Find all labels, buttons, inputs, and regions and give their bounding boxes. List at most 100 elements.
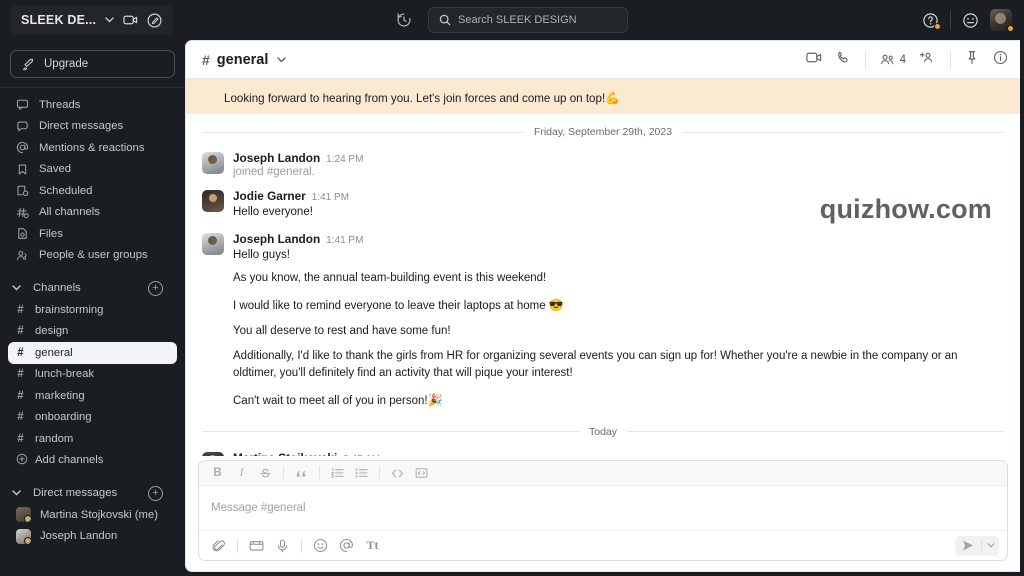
sidebar-item-threads[interactable]: Threads (8, 94, 177, 116)
workspace-switcher[interactable]: SLEEK DE... (10, 5, 174, 35)
strikethrough-button[interactable] (255, 464, 276, 483)
rocket-icon (22, 58, 35, 71)
plus-circle-icon (16, 453, 28, 468)
code-button[interactable] (387, 464, 408, 483)
bold-button[interactable]: B (207, 464, 228, 483)
muscle-emoji: 💪 (605, 91, 621, 105)
presence-dot (1007, 25, 1014, 32)
user-avatar-button[interactable] (990, 9, 1014, 32)
chevron-down-icon[interactable] (982, 536, 999, 556)
video-clip-icon[interactable] (245, 535, 268, 556)
message-row[interactable]: Martina Stojkovski 9:45 AM joined #gener… (186, 448, 1020, 456)
info-icon[interactable] (993, 50, 1008, 70)
video-camera-icon[interactable] (123, 14, 138, 26)
sidebar-item-people[interactable]: People & user groups (8, 245, 177, 267)
sidebar-item-files[interactable]: Files (8, 223, 177, 245)
sidebar-channel-onboarding[interactable]: # onboarding (8, 407, 177, 429)
formatting-icon[interactable]: Tt (361, 535, 384, 556)
emoji-status-icon[interactable] (962, 12, 979, 29)
channel-label: random (35, 432, 74, 445)
message-row[interactable]: Joseph Landon 1:41 PM Hello guys! (186, 229, 1020, 267)
message-author[interactable]: Joseph Landon (233, 232, 320, 246)
send-group[interactable] (955, 535, 999, 556)
history-icon[interactable] (396, 12, 412, 28)
topbar-divider (950, 11, 951, 29)
sidebar-channel-marketing[interactable]: # marketing (8, 385, 177, 407)
channel-header: # general 4 (186, 41, 1020, 79)
ordered-list-button[interactable] (327, 464, 348, 483)
avatar (202, 190, 224, 212)
message-author[interactable]: Jodie Garner (233, 189, 306, 203)
compose-icon[interactable] (147, 13, 162, 28)
divider-line (682, 131, 1005, 133)
search-input[interactable]: Search SLEEK DESIGN (428, 7, 628, 33)
members-button[interactable]: 4 (880, 53, 906, 66)
sidebar: Upgrade Threads Direct messages Mentions… (0, 40, 185, 576)
top-bar-right (922, 9, 1014, 32)
message-row[interactable]: Joseph Landon 1:24 PM joined #general. (186, 148, 1020, 181)
channel-title-button[interactable]: # general (202, 51, 287, 68)
chevron-down-icon (10, 285, 23, 291)
pin-icon[interactable] (965, 50, 979, 70)
mention-icon[interactable] (335, 535, 358, 556)
dm-section-header[interactable]: Direct messages + (0, 482, 185, 504)
sidebar-channel-brainstorming[interactable]: # brainstorming (8, 299, 177, 321)
bulleted-list-button[interactable] (351, 464, 372, 483)
audio-clip-icon[interactable] (271, 535, 294, 556)
message-author[interactable]: Joseph Landon (233, 151, 320, 165)
message-timestamp: 9:45 AM (343, 454, 380, 456)
add-channels-button[interactable]: Add channels (8, 450, 177, 472)
call-icon[interactable] (836, 50, 851, 70)
sidebar-channel-random[interactable]: # random (8, 428, 177, 450)
channels-section-header[interactable]: Channels + (0, 277, 185, 299)
sidebar-channel-lunch-break[interactable]: # lunch-break (8, 364, 177, 386)
message-timestamp: 1:41 PM (326, 234, 364, 246)
message-input[interactable]: Message #general (199, 486, 1007, 530)
search-placeholder: Search SLEEK DESIGN (458, 14, 577, 26)
hash-icon: # (17, 411, 24, 424)
sidebar-channel-design[interactable]: # design (8, 321, 177, 343)
sidebar-item-scheduled[interactable]: Scheduled (8, 180, 177, 202)
sidebar-item-label: Threads (39, 98, 81, 111)
divider-line (627, 431, 1004, 433)
sidebar-item-mentions[interactable]: Mentions & reactions (8, 137, 177, 159)
chevron-down-icon (105, 15, 114, 25)
toolbar-divider (379, 466, 380, 480)
date-divider-today: Today (202, 426, 1004, 438)
add-channels-label: Add channels (35, 454, 104, 467)
at-icon (16, 141, 29, 154)
dm-section-title: Direct messages (33, 487, 118, 499)
upgrade-button[interactable]: Upgrade (10, 50, 175, 78)
add-member-icon[interactable] (919, 51, 936, 69)
new-dm-icon[interactable]: + (148, 485, 163, 501)
message-list[interactable]: Looking forward to hearing from you. Let… (186, 79, 1020, 456)
composer-action-bar: Tt (199, 530, 1007, 560)
direct-messages-icon (16, 120, 29, 133)
sidebar-item-direct-messages[interactable]: Direct messages (8, 116, 177, 138)
huddle-video-icon[interactable] (805, 51, 822, 69)
emoji-icon[interactable] (309, 535, 332, 556)
paragraph-text: You all deserve to rest and have some fu… (233, 324, 451, 337)
sidebar-item-label: Direct messages (39, 120, 124, 133)
sidebar-item-saved[interactable]: Saved (8, 159, 177, 181)
hash-icon: # (17, 303, 24, 316)
send-icon[interactable] (955, 536, 981, 556)
sidebar-channel-general[interactable]: # general (8, 342, 177, 364)
code-block-button[interactable] (411, 464, 432, 483)
sidebar-item-label: Files (39, 227, 63, 240)
party-popper-emoji: 🎉 (427, 392, 443, 407)
header-divider (864, 50, 866, 69)
sidebar-dm-martina[interactable]: Martina Stojkovski (me) (8, 504, 177, 526)
message-author[interactable]: Martina Stojkovski (233, 451, 337, 456)
blockquote-button[interactable] (291, 464, 312, 483)
all-channels-icon (16, 206, 29, 219)
attach-icon[interactable] (207, 535, 230, 556)
page-title: general (216, 51, 269, 68)
workspace-name: SLEEK DE... (21, 13, 97, 27)
add-channel-icon[interactable]: + (148, 280, 163, 296)
help-button[interactable] (922, 12, 941, 30)
sidebar-dm-joseph[interactable]: Joseph Landon (8, 526, 177, 548)
sidebar-item-all-channels[interactable]: All channels (8, 202, 177, 224)
italic-button[interactable]: I (231, 464, 252, 483)
sunglasses-emoji: 😎 (548, 297, 564, 312)
